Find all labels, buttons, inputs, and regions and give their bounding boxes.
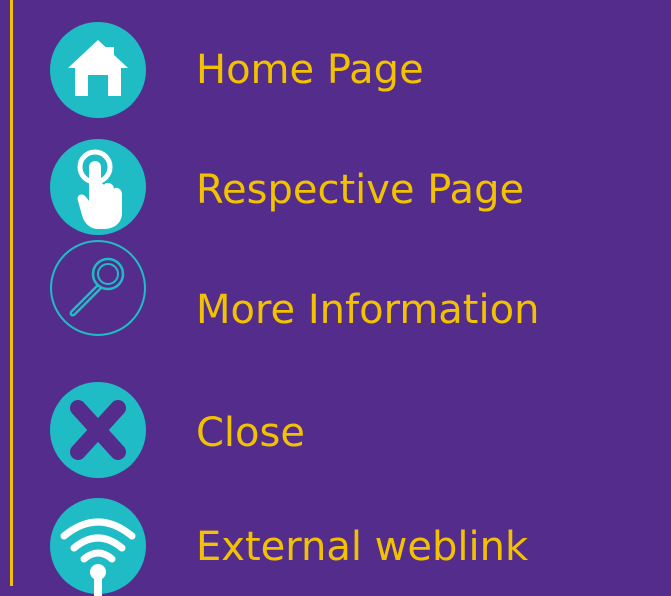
legend-label-respective: Respective Page	[196, 167, 525, 213]
home-icon	[48, 20, 148, 120]
legend-label-more-info: More Information	[196, 287, 540, 333]
legend-item-respective: Respective Page	[0, 137, 671, 237]
legend-item-more-info: More Information	[0, 238, 671, 338]
legend-page: Home Page Respective Page More Informati…	[0, 0, 671, 596]
touch-hand-icon	[48, 137, 148, 237]
legend-item-home: Home Page	[0, 20, 671, 120]
magnifier-icon	[48, 238, 148, 338]
icon-legend: Home Page Respective Page More Informati…	[0, 0, 671, 596]
wifi-icon	[48, 496, 148, 596]
legend-item-close: Close	[0, 380, 671, 480]
legend-item-external-weblink: External weblink	[0, 496, 671, 596]
close-icon	[48, 380, 148, 480]
legend-label-home: Home Page	[196, 47, 424, 93]
legend-label-close: Close	[196, 410, 305, 456]
legend-label-external-weblink: External weblink	[196, 524, 529, 570]
